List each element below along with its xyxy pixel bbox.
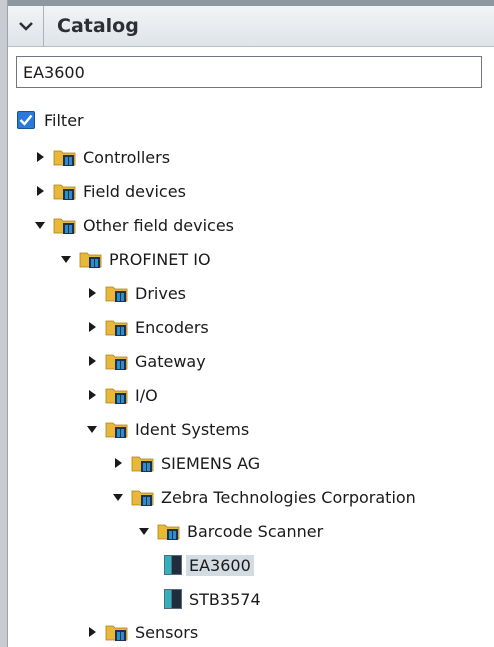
filter-row[interactable]: Filter <box>17 109 84 131</box>
folder-icon <box>157 524 180 540</box>
folder-icon <box>53 184 76 200</box>
search-field[interactable] <box>16 56 482 88</box>
folder-icon <box>79 252 102 268</box>
filter-checkbox[interactable] <box>17 111 35 129</box>
filter-label: Filter <box>44 110 84 130</box>
caret-down-icon[interactable] <box>86 423 98 435</box>
caret-right-icon[interactable] <box>86 389 98 401</box>
caret-right-icon[interactable] <box>34 185 46 197</box>
tree-item[interactable]: EA3600 <box>163 552 254 578</box>
caret-down-icon[interactable] <box>138 525 150 537</box>
tree-item[interactable]: Other field devices <box>33 212 234 238</box>
tree-item-label: STB3574 <box>189 589 261 609</box>
chevron-down-icon <box>18 22 33 31</box>
tree-toggle[interactable] <box>85 320 99 334</box>
tree-item-label: Other field devices <box>83 215 235 235</box>
tree-toggle[interactable] <box>85 286 99 300</box>
folder-icon <box>105 354 128 370</box>
tree-item[interactable]: SIEMENS AG <box>111 450 260 476</box>
tree-item[interactable]: Gateway <box>85 348 206 374</box>
folder-icon <box>105 625 128 641</box>
catalog-header: Catalog <box>8 5 494 47</box>
caret-right-icon[interactable] <box>86 355 98 367</box>
tree-item[interactable]: Sensors <box>85 619 198 645</box>
tree-item[interactable]: Field devices <box>33 178 186 204</box>
folder-icon <box>105 286 128 302</box>
caret-right-icon[interactable] <box>86 321 98 333</box>
tree-item-label: EA3600 <box>186 554 254 576</box>
tree-item-label: Encoders <box>135 317 209 337</box>
tree-item[interactable]: PROFINET IO <box>59 246 211 272</box>
tree-item-label: Controllers <box>83 147 171 167</box>
tree-item-label: Sensors <box>135 622 199 642</box>
tree-toggle[interactable] <box>33 150 47 164</box>
tree-item-label: Ident Systems <box>135 419 250 439</box>
checkmark-icon <box>19 114 33 126</box>
tree-toggle[interactable] <box>111 456 125 470</box>
caret-right-icon[interactable] <box>86 626 98 638</box>
collapse-toggle-button[interactable] <box>8 5 44 47</box>
folder-icon <box>105 388 128 404</box>
tree-item-label: Zebra Technologies Corporation <box>161 487 416 507</box>
tree-item[interactable]: Controllers <box>33 144 170 170</box>
device-icon <box>164 589 182 609</box>
caret-down-icon[interactable] <box>112 491 124 503</box>
folder-icon <box>131 456 154 472</box>
caret-right-icon[interactable] <box>112 457 124 469</box>
caret-right-icon[interactable] <box>34 151 46 163</box>
tree-item[interactable]: Encoders <box>85 314 209 340</box>
tree-item-label: I/O <box>135 385 158 405</box>
tree-item-label: PROFINET IO <box>109 249 211 269</box>
tree-item-label: Gateway <box>135 351 206 371</box>
tree-item[interactable]: Barcode Scanner <box>137 518 323 544</box>
tree-toggle[interactable] <box>85 422 99 436</box>
folder-icon <box>53 150 76 166</box>
tree-toggle[interactable] <box>137 524 151 538</box>
tree-item-label: Field devices <box>83 181 186 201</box>
caret-down-icon[interactable] <box>60 253 72 265</box>
caret-down-icon[interactable] <box>34 219 46 231</box>
caret-right-icon[interactable] <box>86 287 98 299</box>
panel-left-border <box>0 0 8 647</box>
tree-toggle[interactable] <box>111 490 125 504</box>
device-icon <box>164 555 182 575</box>
tree-toggle[interactable] <box>85 354 99 368</box>
tree-toggle[interactable] <box>85 388 99 402</box>
tree-item[interactable]: I/O <box>85 382 158 408</box>
tree-item[interactable]: Zebra Technologies Corporation <box>111 484 416 510</box>
tree-item-label: Barcode Scanner <box>187 521 324 541</box>
tree-item[interactable]: Ident Systems <box>85 416 249 442</box>
tree-item-label: SIEMENS AG <box>161 453 261 473</box>
tree-toggle[interactable] <box>59 252 73 266</box>
tree-toggle[interactable] <box>33 184 47 198</box>
tree-toggle[interactable] <box>33 218 47 232</box>
tree-toggle[interactable] <box>85 625 99 639</box>
folder-icon <box>105 422 128 438</box>
folder-icon <box>105 320 128 336</box>
folder-icon <box>131 490 154 506</box>
search-input[interactable] <box>17 57 481 87</box>
tree-item[interactable]: STB3574 <box>163 586 261 612</box>
tree-item[interactable]: Drives <box>85 280 186 306</box>
catalog-title: Catalog <box>57 15 139 37</box>
tree-item-label: Drives <box>135 283 186 303</box>
folder-icon <box>53 218 76 234</box>
